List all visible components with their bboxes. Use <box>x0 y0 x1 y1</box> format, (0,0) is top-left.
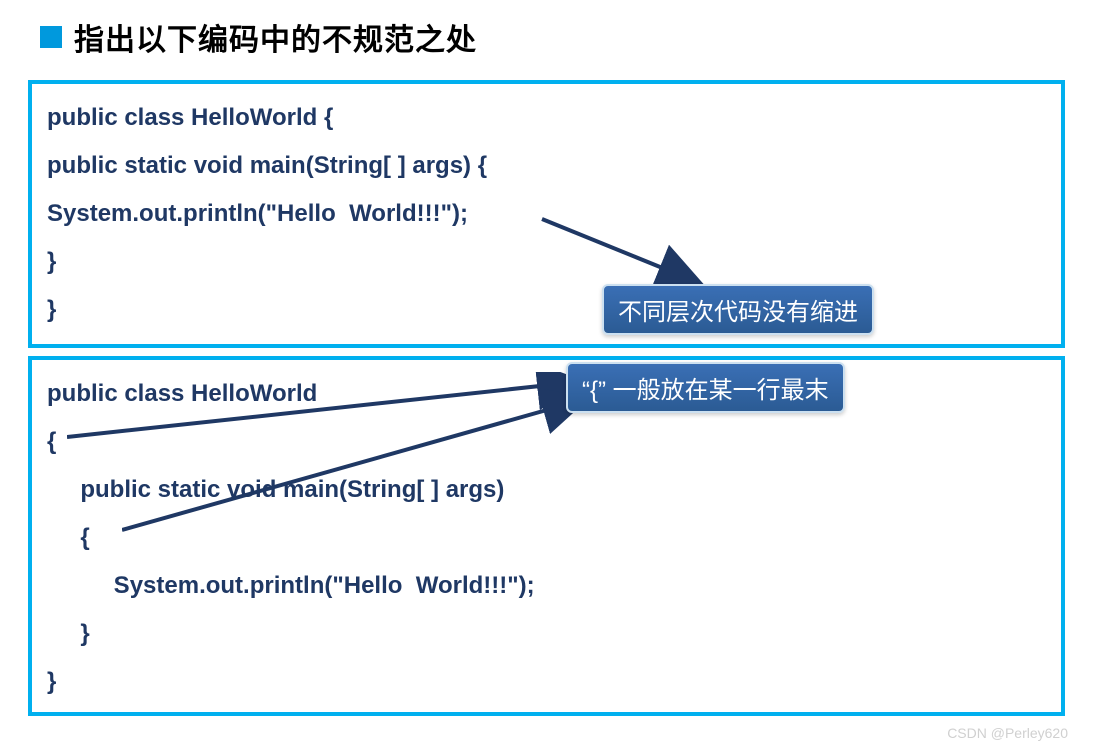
code-line: } <box>47 286 1046 334</box>
code-line: public class HelloWorld <box>47 370 1046 418</box>
code-block-1: public class HelloWorld { public static … <box>28 80 1065 348</box>
slide-header: 指出以下编码中的不规范之处 <box>0 0 1093 74</box>
watermark: CSDN @Perley620 <box>947 725 1068 741</box>
code-line: } <box>47 610 1046 658</box>
annotation-callout-1: 不同层次代码没有缩进 <box>602 284 874 335</box>
code-line: public static void main(String[ ] args) <box>47 466 1046 514</box>
code-line: public class HelloWorld { <box>47 94 1046 142</box>
annotation-callout-2: “{” 一般放在某一行最末 <box>566 362 845 413</box>
code-line: { <box>47 418 1046 466</box>
code-line: System.out.println("Hello World!!!"); <box>47 562 1046 610</box>
code-line: { <box>47 514 1046 562</box>
slide-title: 指出以下编码中的不规范之处 <box>74 15 477 59</box>
code-block-2: public class HelloWorld { public static … <box>28 356 1065 716</box>
code-line: } <box>47 658 1046 706</box>
code-line: } <box>47 238 1046 286</box>
bullet-icon <box>40 26 62 48</box>
code-line: public static void main(String[ ] args) … <box>47 142 1046 190</box>
code-line: System.out.println("Hello World!!!"); <box>47 190 1046 238</box>
